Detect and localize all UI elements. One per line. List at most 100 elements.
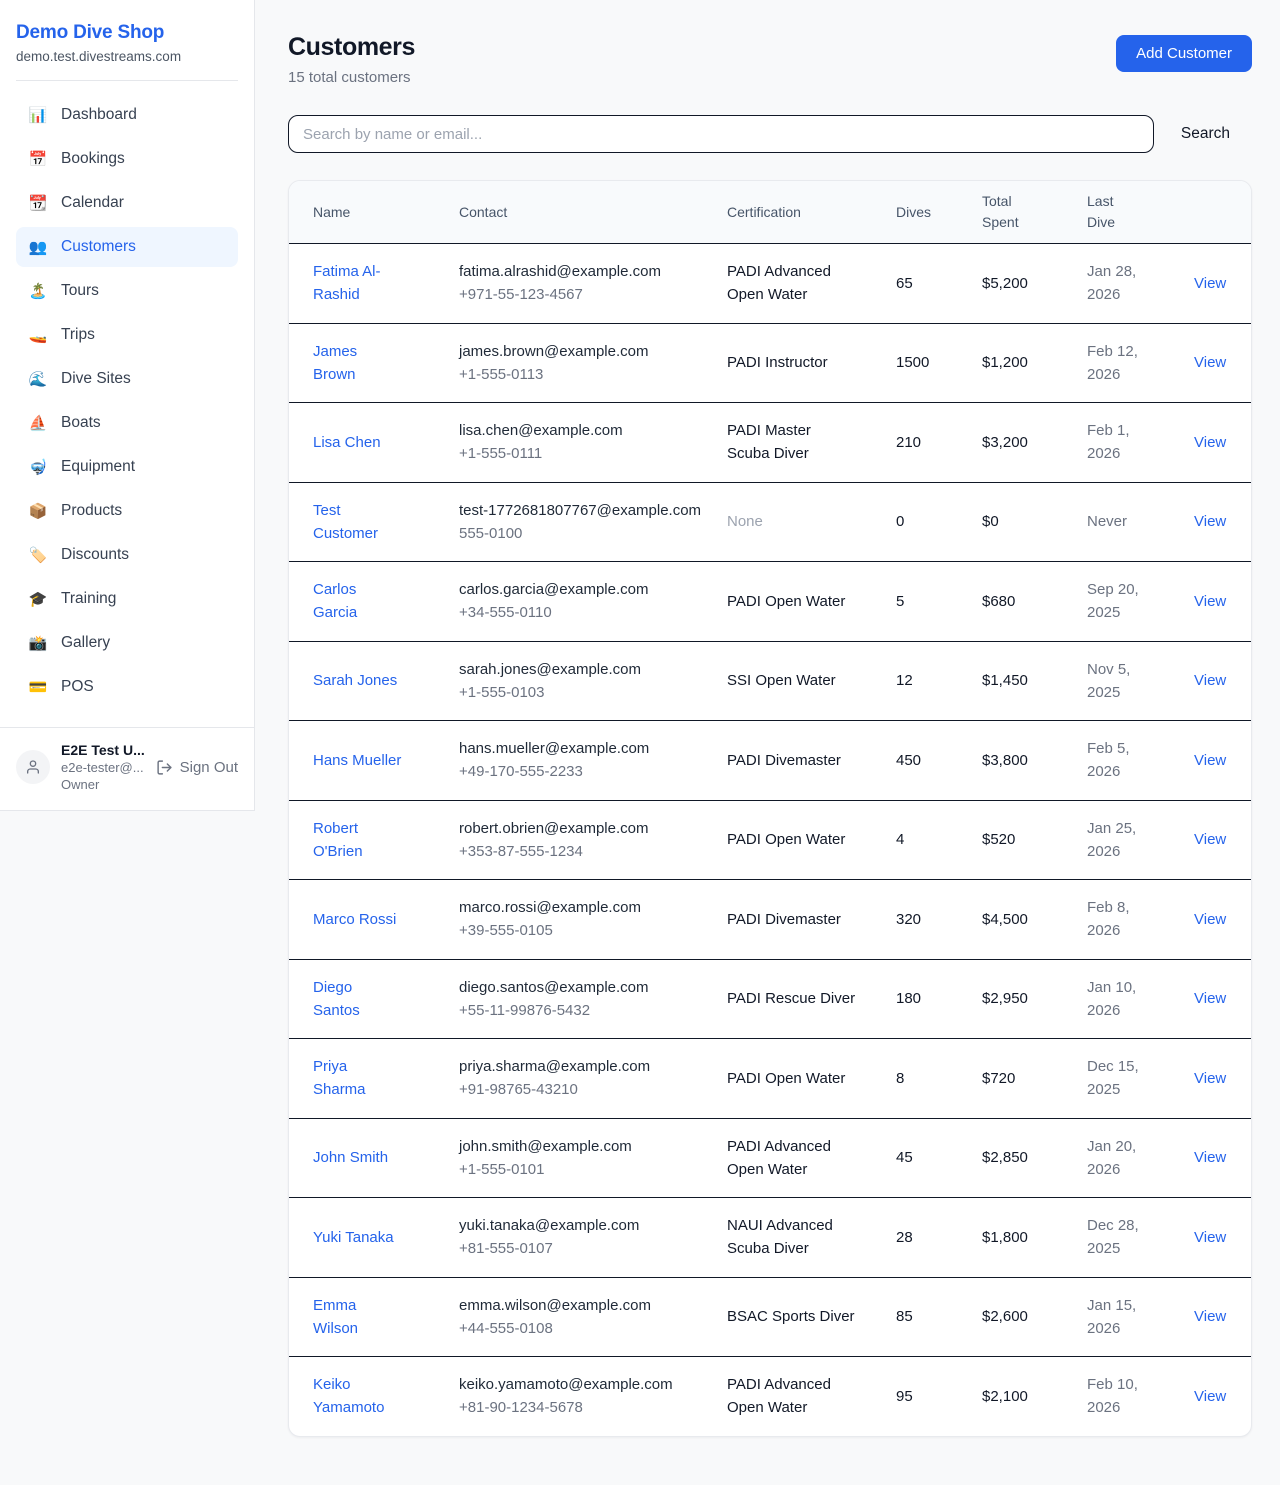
view-customer-link[interactable]: View	[1194, 593, 1226, 610]
shop-domain: demo.test.divestreams.com	[16, 49, 238, 64]
sidebar-item-customers[interactable]: 👥 Customers	[16, 227, 238, 267]
customer-last-dive: Feb 5, 2026	[1087, 721, 1194, 801]
customer-last-dive: Dec 28, 2025	[1087, 1198, 1194, 1278]
customer-name-link[interactable]: Lisa Chen	[313, 434, 381, 451]
equipment-icon: 🤿	[28, 458, 48, 476]
boats-icon: ⛵	[28, 414, 48, 432]
view-customer-link[interactable]: View	[1194, 831, 1226, 848]
customer-contact-cell: diego.santos@example.com +55-11-99876-54…	[459, 959, 727, 1039]
customer-phone: +91-98765-43210	[459, 1078, 704, 1101]
customer-last-dive: Dec 15, 2025	[1087, 1039, 1194, 1119]
customer-email: marco.rossi@example.com	[459, 896, 704, 919]
customer-contact-cell: sarah.jones@example.com +1-555-0103	[459, 641, 727, 721]
customer-phone: +39-555-0105	[459, 919, 704, 942]
customer-email: test-1772681807767@example.com	[459, 499, 704, 522]
sidebar-item-calendar[interactable]: 📆 Calendar	[16, 183, 238, 223]
customer-contact-cell: james.brown@example.com +1-555-0113	[459, 323, 727, 403]
customer-total-spent: $680	[982, 562, 1087, 642]
customer-total-spent: $2,100	[982, 1357, 1087, 1436]
customer-total-spent: $0	[982, 482, 1087, 562]
search-input[interactable]	[288, 115, 1154, 153]
sidebar-item-pos[interactable]: 💳 POS	[16, 667, 238, 707]
customer-name-link[interactable]: Priya Sharma	[313, 1058, 366, 1098]
customers-table-card: NameContactCertificationDivesTotal Spent…	[288, 180, 1252, 1437]
customer-name-link[interactable]: Fatima Al-Rashid	[313, 263, 381, 303]
view-customer-link[interactable]: View	[1194, 513, 1226, 530]
sidebar-item-equipment[interactable]: 🤿 Equipment	[16, 447, 238, 487]
sidebar-item-tours[interactable]: 🏝️ Tours	[16, 271, 238, 311]
view-customer-link[interactable]: View	[1194, 1308, 1226, 1325]
view-customer-link[interactable]: View	[1194, 1229, 1226, 1246]
sidebar-item-dashboard[interactable]: 📊 Dashboard	[16, 95, 238, 135]
view-customer-link[interactable]: View	[1194, 752, 1226, 769]
customer-name-link[interactable]: Robert O'Brien	[313, 820, 363, 860]
customer-phone: +1-555-0101	[459, 1158, 704, 1181]
calendar-icon: 📆	[28, 194, 48, 212]
main-content: Customers 15 total customers Add Custome…	[288, 0, 1252, 1437]
column-header-actions	[1194, 181, 1252, 244]
customer-contact-cell: fatima.alrashid@example.com +971-55-123-…	[459, 244, 727, 324]
sidebar-item-trips[interactable]: 🚤 Trips	[16, 315, 238, 355]
view-customer-link[interactable]: View	[1194, 672, 1226, 689]
view-customer-link[interactable]: View	[1194, 1070, 1226, 1087]
sidebar-item-training[interactable]: 🎓 Training	[16, 579, 238, 619]
customer-email: john.smith@example.com	[459, 1135, 704, 1158]
customer-name-link[interactable]: Emma Wilson	[313, 1297, 358, 1337]
customer-name-link[interactable]: Marco Rossi	[313, 911, 396, 928]
search-button[interactable]: Search	[1181, 125, 1230, 143]
sidebar-item-gallery[interactable]: 📸 Gallery	[16, 623, 238, 663]
sidebar-item-label: Equipment	[61, 458, 135, 476]
customer-total-spent: $520	[982, 800, 1087, 880]
view-customer-link[interactable]: View	[1194, 434, 1226, 451]
add-customer-button[interactable]: Add Customer	[1116, 35, 1252, 72]
customer-certification: PADI Rescue Diver	[727, 959, 896, 1039]
table-row: Hans Mueller hans.mueller@example.com +4…	[289, 721, 1252, 801]
customer-name-link[interactable]: Yuki Tanaka	[313, 1229, 394, 1246]
sign-out-icon	[156, 759, 173, 776]
customer-dives: 12	[896, 641, 982, 721]
customer-phone: +1-555-0111	[459, 442, 704, 465]
customers-table: NameContactCertificationDivesTotal Spent…	[289, 181, 1252, 1436]
customer-name-link[interactable]: Sarah Jones	[313, 672, 397, 689]
customer-phone: +34-555-0110	[459, 601, 704, 624]
customer-name-link[interactable]: James Brown	[313, 343, 357, 383]
view-customer-link[interactable]: View	[1194, 275, 1226, 292]
sign-out-button[interactable]: Sign Out	[156, 759, 238, 776]
user-role: Owner	[61, 777, 145, 792]
sidebar-item-bookings[interactable]: 📅 Bookings	[16, 139, 238, 179]
customer-name-link[interactable]: Keiko Yamamoto	[313, 1376, 384, 1416]
view-customer-link[interactable]: View	[1194, 990, 1226, 1007]
table-row: James Brown james.brown@example.com +1-5…	[289, 323, 1252, 403]
sidebar-item-boats[interactable]: ⛵ Boats	[16, 403, 238, 443]
customer-name-link[interactable]: Carlos Garcia	[313, 581, 357, 621]
customer-last-dive: Never	[1087, 482, 1194, 562]
user-name: E2E Test U...	[61, 742, 145, 758]
table-row: John Smith john.smith@example.com +1-555…	[289, 1118, 1252, 1198]
customer-contact-cell: priya.sharma@example.com +91-98765-43210	[459, 1039, 727, 1119]
customer-phone: +49-170-555-2233	[459, 760, 704, 783]
view-customer-link[interactable]: View	[1194, 911, 1226, 928]
sidebar-item-dive-sites[interactable]: 🌊 Dive Sites	[16, 359, 238, 399]
customer-email: hans.mueller@example.com	[459, 737, 704, 760]
sidebar-item-products[interactable]: 📦 Products	[16, 491, 238, 531]
sidebar-item-discounts[interactable]: 🏷️ Discounts	[16, 535, 238, 575]
customer-name-link[interactable]: Test Customer	[313, 502, 378, 542]
customer-name-link[interactable]: John Smith	[313, 1149, 388, 1166]
customer-dives: 4	[896, 800, 982, 880]
customer-certification: PADI Advanced Open Water	[727, 244, 896, 324]
customer-total-spent: $3,800	[982, 721, 1087, 801]
products-icon: 📦	[28, 502, 48, 520]
customer-name-link[interactable]: Diego Santos	[313, 979, 360, 1019]
customer-certification: PADI Open Water	[727, 1039, 896, 1119]
view-customer-link[interactable]: View	[1194, 354, 1226, 371]
view-customer-link[interactable]: View	[1194, 1149, 1226, 1166]
table-row: Carlos Garcia carlos.garcia@example.com …	[289, 562, 1252, 642]
view-customer-link[interactable]: View	[1194, 1388, 1226, 1405]
customer-last-dive: Nov 5, 2025	[1087, 641, 1194, 721]
customer-last-dive: Jan 28, 2026	[1087, 244, 1194, 324]
customer-dives: 85	[896, 1277, 982, 1357]
customer-contact-cell: john.smith@example.com +1-555-0101	[459, 1118, 727, 1198]
customer-email: carlos.garcia@example.com	[459, 578, 704, 601]
customer-name-link[interactable]: Hans Mueller	[313, 752, 401, 769]
customer-contact-cell: lisa.chen@example.com +1-555-0111	[459, 403, 727, 483]
